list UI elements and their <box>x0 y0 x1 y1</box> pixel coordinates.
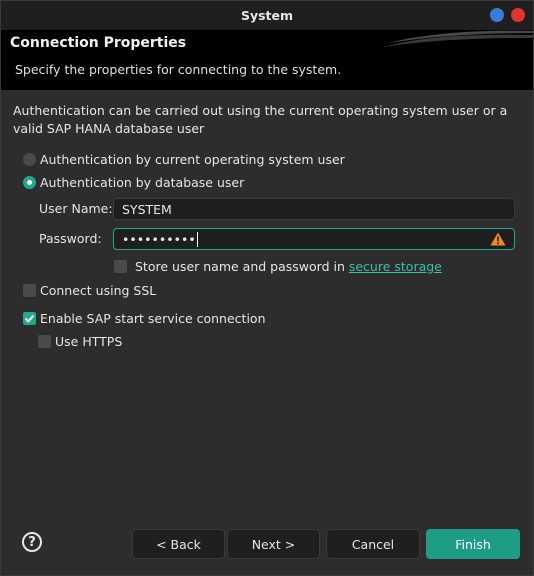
https-checkbox[interactable] <box>38 334 51 348</box>
username-label: User Name: <box>39 201 113 216</box>
window-title: System <box>240 8 294 23</box>
checkmark-icon <box>24 314 35 323</box>
auth-os-user-label: Authentication by current operating syst… <box>40 151 345 167</box>
store-credentials-checkbox[interactable] <box>114 259 127 273</box>
auth-db-user-label: Authentication by database user <box>40 174 245 190</box>
password-label: Password: <box>39 231 102 246</box>
auth-description: Authentication can be carried out using … <box>13 103 508 136</box>
ssl-checkbox[interactable] <box>23 283 36 297</box>
close-button[interactable] <box>511 8 525 22</box>
sap-start-checkbox[interactable] <box>23 311 36 325</box>
finish-button[interactable]: Finish <box>426 529 520 559</box>
wizard-banner: Connection Properties Specify the proper… <box>1 30 533 90</box>
back-button[interactable]: < Back <box>132 529 225 559</box>
sap-start-label: Enable SAP start service connection <box>40 310 266 326</box>
warning-icon <box>490 232 506 246</box>
username-field[interactable]: SYSTEM <box>113 198 515 220</box>
page-title: Connection Properties <box>10 35 187 51</box>
auth-db-user-radio[interactable] <box>23 175 36 189</box>
https-label: Use HTTPS <box>55 333 123 349</box>
auth-db-user-option[interactable]: Authentication by database user <box>23 173 244 191</box>
ssl-label: Connect using SSL <box>40 282 157 298</box>
text-caret <box>196 231 198 247</box>
auth-os-user-radio[interactable] <box>23 152 36 166</box>
username-value: SYSTEM <box>122 201 172 217</box>
store-credentials-label: Store user name and password in <box>135 258 349 274</box>
https-option[interactable]: Use HTTPS <box>38 332 122 350</box>
help-button[interactable]: ? <box>22 532 42 552</box>
password-value: •••••••••• <box>122 231 196 247</box>
password-field[interactable]: •••••••••• <box>113 228 515 250</box>
next-button[interactable]: Next > <box>227 529 320 559</box>
auth-os-user-option[interactable]: Authentication by current operating syst… <box>23 150 345 168</box>
sap-start-option[interactable]: Enable SAP start service connection <box>23 309 266 327</box>
cancel-button[interactable]: Cancel <box>326 529 420 559</box>
ssl-option[interactable]: Connect using SSL <box>23 281 156 299</box>
title-bar[interactable]: System <box>1 1 533 30</box>
banner-decoration-icon <box>383 30 533 47</box>
minimize-button[interactable] <box>490 8 504 22</box>
dialog-window: System Connection Properties Specify the… <box>0 0 534 576</box>
page-subtitle: Specify the properties for connecting to… <box>15 62 342 77</box>
store-credentials-option[interactable]: Store user name and password in secure s… <box>114 257 442 275</box>
secure-storage-link[interactable]: secure storage <box>349 259 442 274</box>
